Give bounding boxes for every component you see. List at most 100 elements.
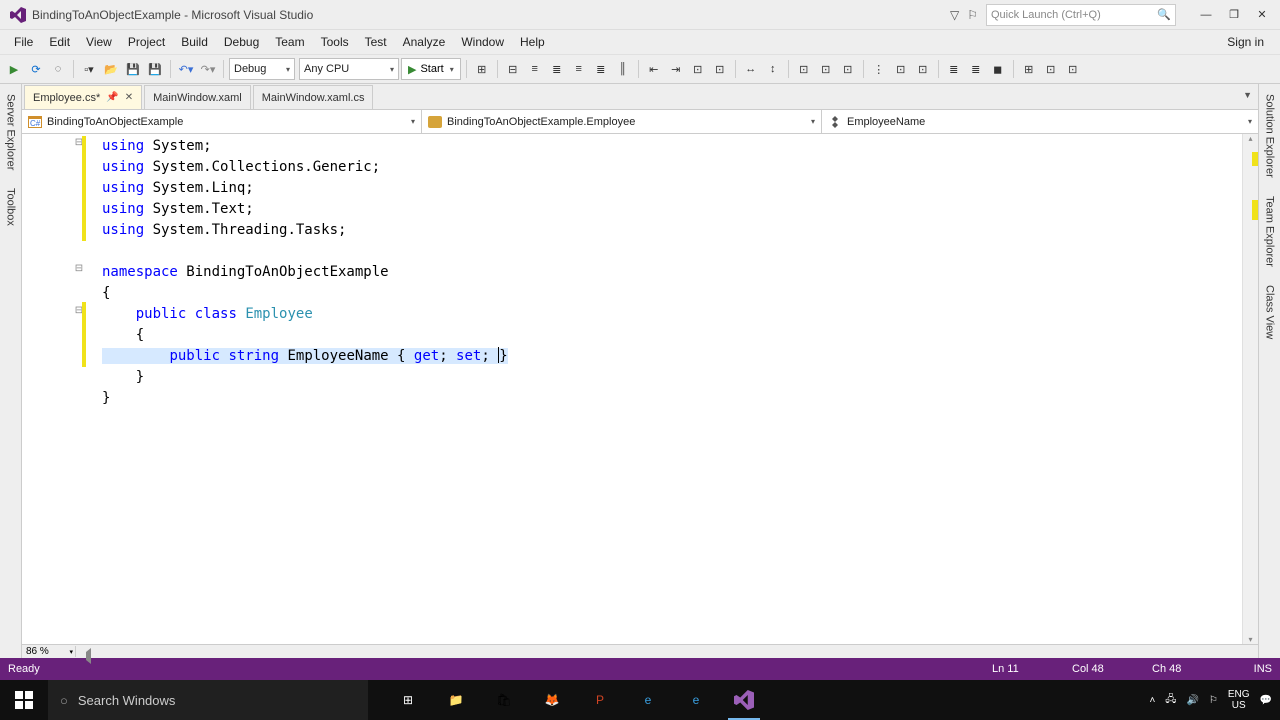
toolbar-icon[interactable]: ║ <box>613 59 633 79</box>
status-ready: Ready <box>8 663 40 675</box>
menu-view[interactable]: View <box>78 33 120 51</box>
menu-tools[interactable]: Tools <box>313 33 357 51</box>
toolbar-icon[interactable]: ↕ <box>763 59 783 79</box>
nav-row: C# BindingToAnObjectExample▾ BindingToAn… <box>22 110 1258 134</box>
toolbar-icon[interactable]: ⊡ <box>891 59 911 79</box>
tab-employee[interactable]: Employee.cs* 📌 ✕ <box>24 85 142 109</box>
save-icon[interactable]: 💾 <box>123 59 143 79</box>
start-menu-button[interactable] <box>0 680 48 720</box>
tray-notifications-icon[interactable]: 💬 <box>1260 695 1272 706</box>
bookmark-icon[interactable]: ◼ <box>988 59 1008 79</box>
toolbar-icon[interactable]: ⊡ <box>1041 59 1061 79</box>
notification-icon[interactable]: ▽ <box>950 8 959 22</box>
nav-project[interactable]: C# BindingToAnObjectExample▾ <box>22 110 422 133</box>
feedback-icon[interactable]: ⚐ <box>967 8 978 22</box>
edge-icon[interactable]: e <box>676 680 716 720</box>
toolbar-icon[interactable]: ≡ <box>569 59 589 79</box>
menu-test[interactable]: Test <box>357 33 395 51</box>
toolbar-icon[interactable]: ↔ <box>741 59 761 79</box>
toolbar-icon[interactable]: ⊡ <box>794 59 814 79</box>
toolbar-icon[interactable]: ⊡ <box>838 59 858 79</box>
powerpoint-icon[interactable]: P <box>580 680 620 720</box>
continue-icon[interactable]: ▶ <box>4 59 24 79</box>
tray-lang[interactable]: ENGUS <box>1228 689 1250 711</box>
class-view-tab[interactable]: Class View <box>1263 281 1277 343</box>
redo-icon[interactable]: ↷▾ <box>198 59 218 79</box>
close-button[interactable]: ✕ <box>1248 4 1276 26</box>
tray-up-icon[interactable]: ˄ <box>1149 695 1155 706</box>
config-dropdown[interactable]: Debug▾ <box>229 58 295 80</box>
toolbar-icon[interactable]: ⇤ <box>644 59 664 79</box>
menu-debug[interactable]: Debug <box>216 33 267 51</box>
code-text[interactable]: using System; using System.Collections.G… <box>92 134 1242 644</box>
open-icon[interactable]: 📂 <box>101 59 121 79</box>
toolbar-icon[interactable]: ⊟ <box>503 59 523 79</box>
toolbar-icon[interactable]: ≣ <box>966 59 986 79</box>
toolbar-icon[interactable]: ≡ <box>525 59 545 79</box>
toolbox-tab[interactable]: Toolbox <box>4 184 18 230</box>
menu-file[interactable]: File <box>6 33 41 51</box>
toolbar-icon[interactable]: ⊞ <box>1019 59 1039 79</box>
nav-member[interactable]: EmployeeName▾ <box>822 110 1258 133</box>
status-ch: Ch 48 <box>1152 663 1232 675</box>
toolbar-icon[interactable]: ⇥ <box>666 59 686 79</box>
close-tab-icon[interactable]: ✕ <box>125 92 133 103</box>
toolbar-icon[interactable]: ⊞ <box>472 59 492 79</box>
tray-network-icon[interactable]: 🖧 <box>1165 692 1176 709</box>
toolbar-icon[interactable]: ⊡ <box>816 59 836 79</box>
quick-launch-input[interactable]: Quick Launch (Ctrl+Q) 🔍 <box>986 4 1176 26</box>
visualstudio-icon[interactable] <box>724 680 764 720</box>
horizontal-scrollbar[interactable] <box>76 646 1254 658</box>
ie-icon[interactable]: e <box>628 680 668 720</box>
task-view-icon[interactable]: ⊞ <box>388 680 428 720</box>
menu-team[interactable]: Team <box>267 33 312 51</box>
system-tray[interactable]: ˄ 🖧 🔊 ⚐ ENGUS 💬 <box>1149 689 1280 711</box>
team-explorer-tab[interactable]: Team Explorer <box>1263 192 1277 271</box>
firefox-icon[interactable]: 🦊 <box>532 680 572 720</box>
nav-class[interactable]: BindingToAnObjectExample.Employee▾ <box>422 110 822 133</box>
toolbar-icon[interactable]: ≣ <box>944 59 964 79</box>
toolbar-icon[interactable]: ≣ <box>591 59 611 79</box>
tab-overflow-icon[interactable]: ▼ <box>1243 90 1252 100</box>
change-mark <box>82 302 86 367</box>
tab-mainwindow-xaml[interactable]: MainWindow.xaml <box>144 85 251 109</box>
file-explorer-icon[interactable]: 📁 <box>436 680 476 720</box>
menu-project[interactable]: Project <box>120 33 173 51</box>
minimize-button[interactable]: — <box>1192 4 1220 26</box>
left-rail: Server Explorer Toolbox <box>0 84 22 658</box>
store-icon[interactable]: 🛍 <box>484 680 524 720</box>
start-button[interactable]: ▶Start▾ <box>401 58 461 80</box>
menu-window[interactable]: Window <box>453 33 512 51</box>
nav-back-icon[interactable]: ◌ <box>48 59 68 79</box>
menu-build[interactable]: Build <box>173 33 216 51</box>
zoom-dropdown[interactable]: 86 %▾ <box>26 646 76 657</box>
workarea: Server Explorer Toolbox Employee.cs* 📌 ✕… <box>0 84 1280 658</box>
platform-dropdown[interactable]: Any CPU▾ <box>299 58 399 80</box>
toolbar-icon[interactable]: ≣ <box>547 59 567 79</box>
tab-mainwindow-cs[interactable]: MainWindow.xaml.cs <box>253 85 374 109</box>
tab-label: MainWindow.xaml <box>153 92 242 104</box>
save-all-icon[interactable]: 💾 <box>145 59 165 79</box>
signin-link[interactable]: Sign in <box>1219 33 1274 51</box>
toolbar-icon[interactable]: ⊡ <box>710 59 730 79</box>
toolbar-icon[interactable]: ⊡ <box>1063 59 1083 79</box>
toolbar-icon[interactable]: ⊡ <box>688 59 708 79</box>
tray-volume-icon[interactable]: 🔊 <box>1186 695 1198 706</box>
menu-analyze[interactable]: Analyze <box>395 33 454 51</box>
new-item-icon[interactable]: ▫▾ <box>79 59 99 79</box>
restore-button[interactable]: ❐ <box>1220 4 1248 26</box>
refresh-icon[interactable]: ⟳ <box>26 59 46 79</box>
vertical-scrollbar[interactable] <box>1242 134 1258 644</box>
menu-edit[interactable]: Edit <box>41 33 78 51</box>
server-explorer-tab[interactable]: Server Explorer <box>4 90 18 174</box>
fold-icon[interactable]: ⊟ <box>74 263 84 274</box>
menu-help[interactable]: Help <box>512 33 553 51</box>
undo-icon[interactable]: ↶▾ <box>176 59 196 79</box>
toolbar-icon[interactable]: ⋮ <box>869 59 889 79</box>
code-area[interactable]: ⊟ ⊟ ⊟ using System; using System.Collect… <box>22 134 1258 644</box>
toolbar-icon[interactable]: ⊡ <box>913 59 933 79</box>
solution-explorer-tab[interactable]: Solution Explorer <box>1263 90 1277 182</box>
tray-flag-icon[interactable]: ⚐ <box>1209 695 1218 706</box>
pin-icon[interactable]: 📌 <box>106 92 118 103</box>
taskbar-search[interactable]: ○Search Windows <box>48 680 368 720</box>
